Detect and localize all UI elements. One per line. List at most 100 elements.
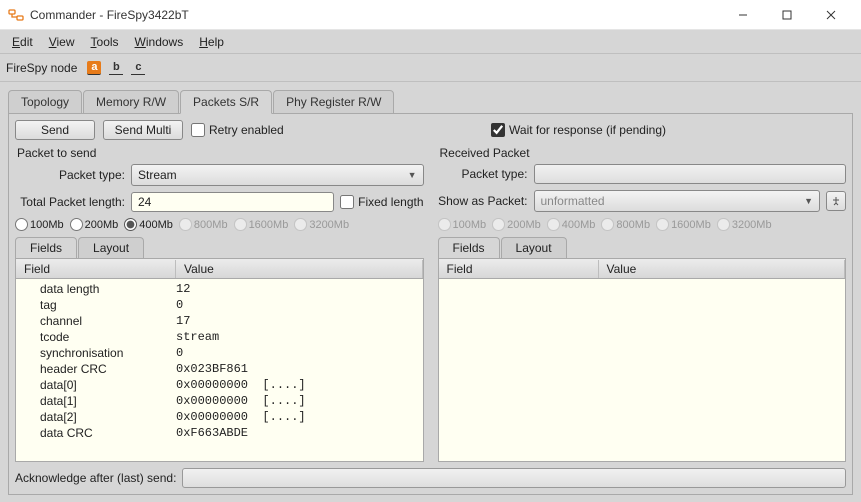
node-b[interactable]: b	[109, 61, 123, 75]
menu-windows[interactable]: Windows	[129, 33, 190, 51]
table-row[interactable]: data[1]0x00000000 [....]	[16, 393, 407, 409]
fixed-length-label: Fixed length	[358, 195, 423, 209]
scroll-down-icon[interactable]	[831, 441, 843, 459]
cell-value: 0x00000000 [....]	[176, 378, 407, 392]
left-table: Field Value data length12tag0channel17tc…	[15, 258, 424, 462]
retry-enabled-input[interactable]	[191, 123, 205, 137]
scroll-down-icon[interactable]	[409, 441, 421, 459]
app-icon	[8, 7, 24, 23]
right-table-body[interactable]	[439, 279, 846, 461]
received-packet-title: Received Packet	[440, 146, 847, 160]
cell-value: 17	[176, 314, 407, 328]
scroll-up-icon[interactable]	[409, 281, 421, 299]
table-row[interactable]: data[2]0x00000000 [....]	[16, 409, 407, 425]
left-table-body[interactable]: data length12tag0channel17tcodestreamsyn…	[16, 279, 423, 461]
titlebar: Commander - FireSpy3422bT	[0, 0, 861, 30]
tab-topology[interactable]: Topology	[8, 90, 82, 114]
speed-radio-label: 800Mb	[194, 219, 228, 231]
send-multi-button[interactable]: Send Multi	[103, 120, 183, 140]
speed-radio-input-100Mb[interactable]	[15, 218, 28, 231]
menu-tools[interactable]: Tools	[85, 33, 125, 51]
total-packet-length-input[interactable]	[131, 192, 334, 212]
speed-radio-800Mb: 800Mb	[179, 218, 228, 231]
recv-speed-radio-input-1600Mb	[656, 218, 669, 231]
ack-value	[182, 468, 846, 488]
send-button[interactable]: Send	[15, 120, 95, 140]
recv-speed-radio-1600Mb: 1600Mb	[656, 218, 711, 231]
left-col-value[interactable]: Value	[176, 260, 423, 278]
speed-radio-label: 3200Mb	[309, 219, 349, 231]
recv-speed-radio-input-200Mb	[492, 218, 505, 231]
cell-value: 0x00000000 [....]	[176, 410, 407, 424]
menu-help[interactable]: Help	[193, 33, 230, 51]
left-scrollbar[interactable]	[407, 279, 423, 461]
left-table-header: Field Value	[16, 259, 423, 279]
node-a[interactable]: a	[87, 61, 101, 75]
close-button[interactable]	[809, 0, 853, 30]
packet-type-select[interactable]: Stream ▼	[131, 164, 424, 186]
cell-field: tcode	[16, 330, 176, 344]
speed-radio-label: 200Mb	[85, 219, 119, 231]
fixed-length-input[interactable]	[340, 195, 354, 209]
fixed-length-checkbox[interactable]: Fixed length	[340, 195, 423, 209]
recv-speed-radio-label: 1600Mb	[671, 219, 711, 231]
right-col-value[interactable]: Value	[599, 260, 846, 278]
right-table: Field Value	[438, 258, 847, 462]
speed-radio-100Mb[interactable]: 100Mb	[15, 218, 64, 231]
scroll-thumb[interactable]	[409, 301, 421, 341]
tab-phy-register-rw[interactable]: Phy Register R/W	[273, 90, 394, 114]
recv-speed-radio-label: 100Mb	[453, 219, 487, 231]
speed-radio-input-400Mb[interactable]	[124, 218, 137, 231]
total-packet-length-label: Total Packet length:	[15, 195, 125, 209]
cell-field: data length	[16, 282, 176, 296]
speed-radio-input-200Mb[interactable]	[70, 218, 83, 231]
client-area: Topology Memory R/W Packets S/R Phy Regi…	[0, 82, 861, 502]
ack-row: Acknowledge after (last) send:	[15, 468, 846, 488]
speed-radio-200Mb[interactable]: 200Mb	[70, 218, 119, 231]
table-row[interactable]: header CRC0x023BF861	[16, 361, 407, 377]
table-row[interactable]: data CRC0xF663ABDE	[16, 425, 407, 441]
table-row[interactable]: synchronisation0	[16, 345, 407, 361]
table-row[interactable]: data[0]0x00000000 [....]	[16, 377, 407, 393]
table-row[interactable]: channel17	[16, 313, 407, 329]
chevron-down-icon: ▼	[408, 170, 417, 180]
pin-button[interactable]	[826, 191, 846, 211]
recv-speed-radio-400Mb: 400Mb	[547, 218, 596, 231]
left-col-field[interactable]: Field	[16, 260, 176, 278]
speed-radio-400Mb[interactable]: 400Mb	[124, 218, 173, 231]
tab-packets-sr[interactable]: Packets S/R	[180, 90, 272, 114]
maximize-button[interactable]	[765, 0, 809, 30]
cell-value: 0x00000000 [....]	[176, 394, 407, 408]
subtab-layout-right[interactable]: Layout	[501, 237, 567, 258]
table-row[interactable]: tag0	[16, 297, 407, 313]
cell-value: 0xF663ABDE	[176, 426, 407, 440]
wait-for-response-checkbox[interactable]: Wait for response (if pending)	[491, 123, 666, 137]
ack-label: Acknowledge after (last) send:	[15, 471, 176, 485]
wait-for-response-label: Wait for response (if pending)	[509, 123, 666, 137]
recv-packet-type-value	[534, 164, 847, 184]
minimize-button[interactable]	[721, 0, 765, 30]
right-scrollbar[interactable]	[829, 279, 845, 461]
speed-radio-3200Mb: 3200Mb	[294, 218, 349, 231]
recv-packet-type-label: Packet type:	[438, 167, 528, 181]
wait-for-response-input[interactable]	[491, 123, 505, 137]
subtab-fields-left[interactable]: Fields	[15, 237, 77, 258]
subtab-layout-left[interactable]: Layout	[78, 237, 144, 258]
cell-value: 12	[176, 282, 407, 296]
scroll-up-icon[interactable]	[831, 281, 843, 299]
menu-edit[interactable]: Edit	[6, 33, 39, 51]
chevron-down-icon: ▼	[804, 196, 813, 206]
show-as-packet-select[interactable]: unformatted ▼	[534, 190, 821, 212]
tab-memory-rw[interactable]: Memory R/W	[83, 90, 179, 114]
speed-radio-label: 1600Mb	[249, 219, 289, 231]
table-row[interactable]: data length12	[16, 281, 407, 297]
window-title: Commander - FireSpy3422bT	[30, 8, 189, 22]
cell-field: data[1]	[16, 394, 176, 408]
retry-enabled-checkbox[interactable]: Retry enabled	[191, 123, 284, 137]
left-subtabs: Fields Layout	[15, 237, 424, 258]
node-c[interactable]: c	[131, 61, 145, 75]
table-row[interactable]: tcodestream	[16, 329, 407, 345]
menu-view[interactable]: View	[43, 33, 81, 51]
subtab-fields-right[interactable]: Fields	[438, 237, 500, 258]
right-col-field[interactable]: Field	[439, 260, 599, 278]
